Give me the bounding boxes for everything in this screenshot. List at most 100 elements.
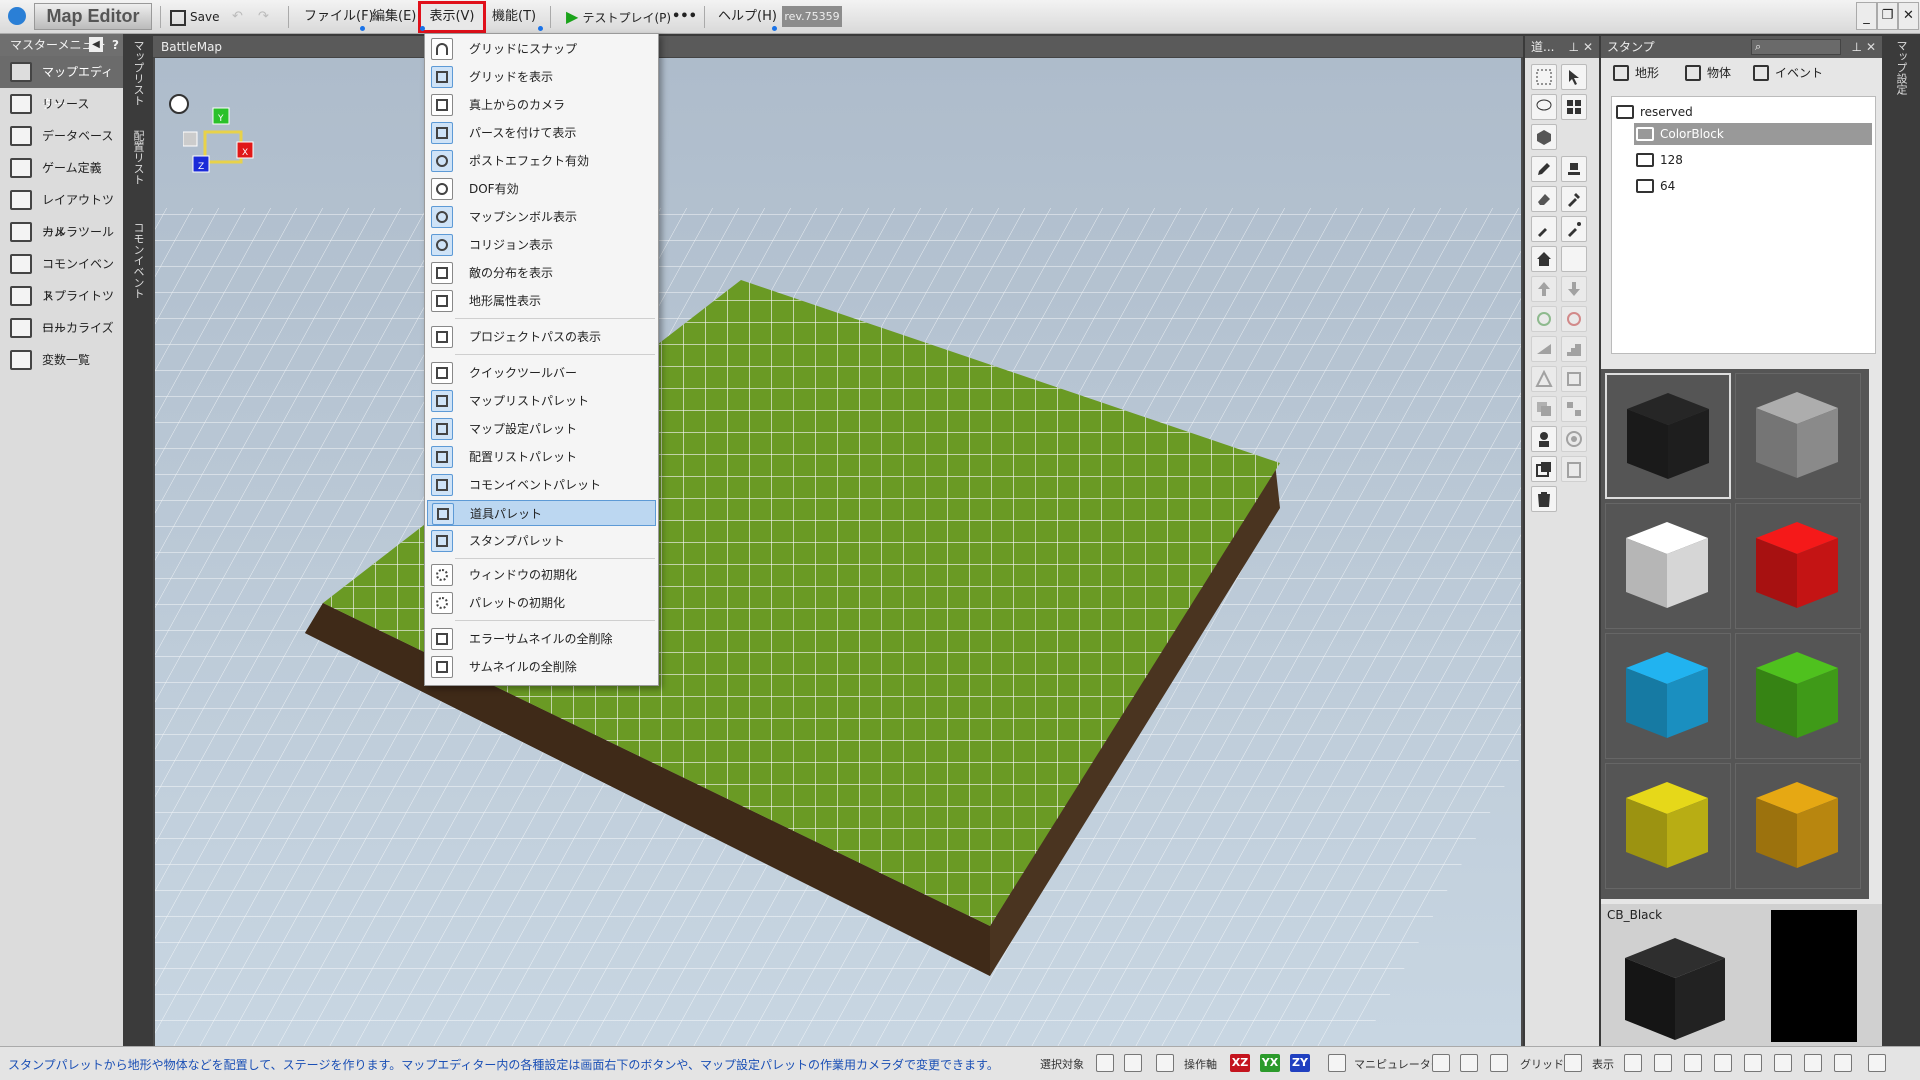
menu-item-project-path[interactable]: プロジェクトパスの表示	[427, 324, 656, 350]
more-button[interactable]: •••	[672, 4, 697, 30]
3d-canvas[interactable]: Y X Z	[155, 58, 1521, 1046]
eyedropper-tool[interactable]	[1561, 186, 1587, 212]
menu-item-stamp-palette[interactable]: スタンプパレット	[427, 528, 656, 554]
select-pointer-tool[interactable]	[1561, 64, 1587, 90]
close-icon[interactable]: ✕	[1583, 36, 1593, 58]
menu-item-snap-grid[interactable]: グリッドにスナップ	[427, 36, 656, 62]
lower-tool[interactable]	[1561, 276, 1587, 302]
flip-tool[interactable]	[1561, 306, 1587, 332]
tree-node-64[interactable]: 64	[1634, 175, 1872, 197]
duplicate-tool[interactable]	[1531, 456, 1557, 482]
redo-icon[interactable]: ↷	[258, 4, 269, 30]
vtab-map-list[interactable]: マップリスト	[131, 40, 145, 106]
triangle-tool[interactable]	[1531, 366, 1557, 392]
axis-gizmo[interactable]: Y X Z	[183, 102, 263, 182]
menu-function[interactable]: 機能(T)	[492, 4, 536, 30]
fill-tool[interactable]	[1531, 216, 1557, 242]
spray-tool[interactable]	[1561, 216, 1587, 242]
empty-tool[interactable]	[1561, 246, 1587, 272]
vtab-map-settings[interactable]: マップ設定	[1894, 40, 1908, 95]
master-item-resource[interactable]: リソース	[0, 88, 123, 120]
pin-icon[interactable]: ⊥	[1569, 36, 1579, 58]
menu-item-collision[interactable]: コリジョン表示	[427, 232, 656, 258]
collapse-icon[interactable]: ◀	[89, 37, 103, 52]
collision-toggle-icon[interactable]	[1774, 1054, 1792, 1072]
maximize-button[interactable]: ❐	[1877, 2, 1898, 30]
house-tool[interactable]	[1531, 246, 1557, 272]
tree-node-colorblock[interactable]: ColorBlock	[1634, 123, 1872, 145]
stamp-thumb-cb-white[interactable]	[1605, 503, 1731, 629]
grid-select-tool[interactable]	[1561, 94, 1587, 120]
menu-help[interactable]: ヘルプ(H)	[718, 4, 777, 30]
raise-tool[interactable]	[1531, 276, 1557, 302]
magnet-icon[interactable]	[1564, 1054, 1582, 1072]
pin-icon[interactable]: ⊥	[1852, 36, 1862, 58]
save-button[interactable]: Save	[170, 4, 219, 30]
master-item-database[interactable]: データベース	[0, 120, 123, 152]
menu-item-map-symbol[interactable]: マップシンボル表示	[427, 204, 656, 230]
axis-xz-button[interactable]: XZ	[1230, 1054, 1250, 1072]
eraser-tool[interactable]	[1531, 186, 1557, 212]
select-object-icon[interactable]	[1124, 1054, 1142, 1072]
menu-item-placement-list-palette[interactable]: 配置リストパレット	[427, 444, 656, 470]
cube-tool[interactable]	[1531, 124, 1557, 150]
minimize-button[interactable]: _	[1856, 2, 1877, 30]
testplay-button[interactable]: ▶ テストプレイ(P)	[566, 4, 671, 30]
master-item-map-editor[interactable]: マップエディター	[0, 56, 123, 111]
menu-item-dof[interactable]: DOF有効	[427, 176, 656, 202]
stamp-tool[interactable]	[1561, 156, 1587, 182]
rotate-gizmo-icon[interactable]	[1460, 1054, 1478, 1072]
master-item-variables[interactable]: 変数一覧	[0, 344, 123, 376]
menu-item-delete-all-thumbs[interactable]: サムネイルの全削除	[427, 654, 656, 680]
rotate-tool[interactable]	[1531, 306, 1557, 332]
select-grid-icon[interactable]	[1096, 1054, 1114, 1072]
enemy-toggle-icon[interactable]	[1804, 1054, 1822, 1072]
menu-item-quick-toolbar[interactable]: クイックツールバー	[427, 360, 656, 386]
menu-item-enemy-distribution[interactable]: 敵の分布を表示	[427, 260, 656, 286]
slope-tool[interactable]	[1531, 336, 1557, 362]
menu-edit[interactable]: 編集(E)	[372, 4, 416, 30]
menu-view[interactable]: 表示(V)	[418, 1, 486, 33]
axis-yx-button[interactable]: YX	[1260, 1054, 1280, 1072]
master-item-camera-tool[interactable]: カメラツール	[0, 216, 123, 248]
close-icon[interactable]: ✕	[1866, 36, 1876, 58]
settings-toggle-icon[interactable]	[1868, 1054, 1886, 1072]
master-item-game-definition[interactable]: ゲーム定義	[0, 152, 123, 184]
copy-tool[interactable]	[1531, 396, 1557, 422]
select-house-icon[interactable]	[1156, 1054, 1174, 1072]
pencil-tool[interactable]	[1531, 156, 1557, 182]
master-item-sprite-tool[interactable]: スプライトツール	[0, 280, 123, 335]
aperture-toggle-icon[interactable]	[1714, 1054, 1732, 1072]
post-effect-toggle-icon[interactable]	[1684, 1054, 1702, 1072]
target-tool[interactable]	[1561, 426, 1587, 452]
stamp-thumb-cb-gray[interactable]	[1735, 373, 1861, 499]
manipulator-icon[interactable]	[1328, 1054, 1346, 1072]
paste-tool[interactable]	[1561, 396, 1587, 422]
scale-gizmo-icon[interactable]	[1490, 1054, 1508, 1072]
box-tool[interactable]	[1561, 366, 1587, 392]
stamp-thumb-cb-yellow[interactable]	[1605, 763, 1731, 889]
stamp-thumb-cb-green[interactable]	[1735, 633, 1861, 759]
menu-item-top-camera[interactable]: 真上からのカメラ	[427, 92, 656, 118]
menu-item-map-settings-palette[interactable]: マップ設定パレット	[427, 416, 656, 442]
stamp-thumb-cb-red[interactable]	[1735, 503, 1861, 629]
menu-item-tool-palette[interactable]: 道具パレット	[427, 500, 656, 526]
stamp-thumb-cb-black[interactable]	[1605, 373, 1731, 499]
perspective-toggle-icon[interactable]	[1654, 1054, 1672, 1072]
search-input[interactable]	[1751, 39, 1841, 55]
menu-item-reset-windows[interactable]: ウィンドウの初期化	[427, 562, 656, 588]
tab-event[interactable]: イベント	[1751, 60, 1823, 86]
select-rect-tool[interactable]	[1531, 64, 1557, 90]
menu-item-common-event-palette[interactable]: コモンイベントパレット	[427, 472, 656, 498]
vtab-placement-list[interactable]: 配置リスト	[131, 130, 145, 185]
master-item-layout-tool[interactable]: レイアウトツール	[0, 184, 123, 239]
stairs-tool[interactable]	[1561, 336, 1587, 362]
trash-tool[interactable]	[1531, 486, 1557, 512]
menu-item-show-grid[interactable]: グリッドを表示	[427, 64, 656, 90]
master-item-common-event[interactable]: コモンイベント	[0, 248, 123, 303]
character-tool[interactable]	[1531, 426, 1557, 452]
menu-item-reset-palettes[interactable]: パレットの初期化	[427, 590, 656, 616]
move-gizmo-icon[interactable]	[1432, 1054, 1450, 1072]
vtab-common-event[interactable]: コモンイベント	[131, 222, 145, 299]
undo-icon[interactable]: ↶	[232, 4, 243, 30]
